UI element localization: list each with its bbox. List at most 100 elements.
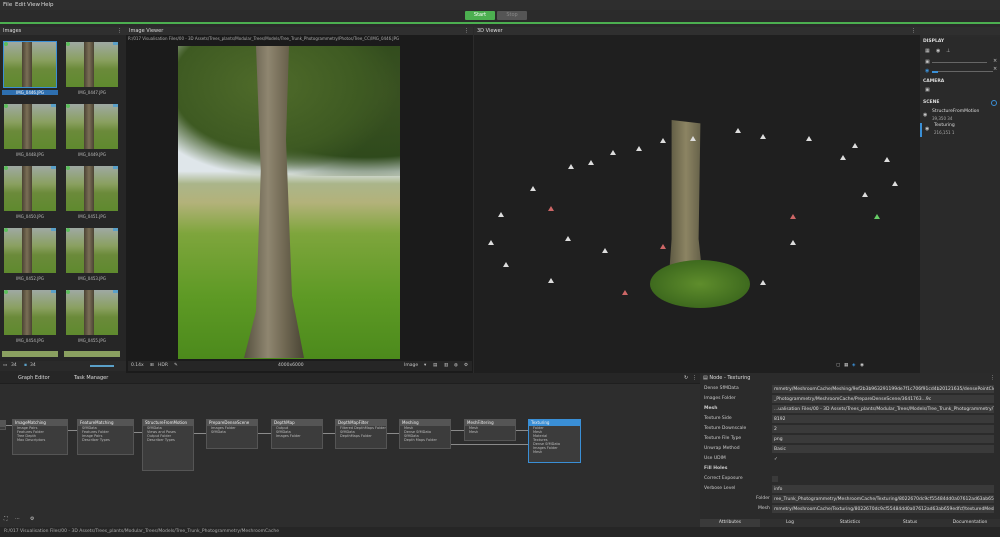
wireframe-icon[interactable]: ◈ <box>852 361 855 371</box>
thumbnail[interactable]: IMG_0447.JPG <box>64 40 120 101</box>
viewer3d-menu-icon[interactable]: ⋮ <box>911 27 916 35</box>
node-meshing[interactable]: Meshing Mesh Dense SfMData SfMData Depth… <box>399 419 451 449</box>
start-button[interactable]: Start <box>465 11 495 20</box>
tab-status[interactable]: Status <box>880 519 940 527</box>
fit-icon[interactable]: ⊞ <box>150 361 154 371</box>
tab-graph-editor[interactable]: Graph Editor <box>18 375 50 381</box>
visibility-icon[interactable]: ◉ <box>925 126 929 132</box>
camera-frustum-icon <box>806 136 812 141</box>
thumbnail-size-slider[interactable] <box>90 365 114 367</box>
node-mesh-filtering[interactable]: MeshFiltering Mesh Mesh <box>464 419 516 441</box>
frame-icon[interactable]: ▢ <box>836 361 840 371</box>
graph-menu-icon[interactable]: ⋮ <box>692 375 697 381</box>
bounding-box-icon[interactable]: ▦ <box>925 48 930 54</box>
close-icon[interactable]: × <box>993 66 997 72</box>
menu-file[interactable]: File <box>3 2 12 8</box>
add-icon[interactable] <box>991 100 997 106</box>
axis-icon[interactable]: ⊥ <box>946 48 950 54</box>
origin-icon[interactable]: ◉ <box>936 48 940 54</box>
thumbnail[interactable]: IMG_0451.JPG <box>64 164 120 225</box>
thumbnail[interactable]: IMG_0446.JPG <box>2 40 58 101</box>
attr-select[interactable]: Basic <box>772 444 994 453</box>
images-panel-header: Images ⋮ <box>0 27 126 35</box>
attr-select[interactable]: info <box>772 484 994 493</box>
scene-item[interactable]: ◉ StructureFromMotion 39,350 34 <box>920 109 1000 123</box>
node-port: Describer Types <box>147 438 175 442</box>
attr-row: Texture Side 8192 <box>700 414 1000 423</box>
node-title-header: ▤ Node - Texturing <box>703 375 750 381</box>
thumbnail-partial[interactable] <box>2 351 58 357</box>
camera-frustum-icon <box>790 214 796 219</box>
grid-icon[interactable]: ▦ <box>844 361 848 371</box>
node-image-matching[interactable]: ImageMatching Image Pairs Features Folde… <box>12 419 68 455</box>
attr-select[interactable]: 2 <box>772 424 994 433</box>
thumbnail[interactable]: IMG_0455.JPG <box>64 288 120 349</box>
thumbnail[interactable]: IMG_0452.JPG <box>2 226 58 287</box>
node-texturing[interactable]: Texturing Folder Mesh Material Textures … <box>528 419 581 463</box>
image-viewer-menu-icon[interactable]: ⋮ <box>464 27 469 35</box>
attr-value[interactable]: ...ualisation Files/00 - 3D Assets/Trees… <box>772 404 994 413</box>
attr-menu-icon[interactable]: ⋮ <box>990 375 995 381</box>
fit-graph-icon[interactable]: ⛶ <box>4 516 8 522</box>
thumbnail[interactable]: IMG_0448.JPG <box>2 102 58 163</box>
menu-view[interactable]: View <box>27 2 40 8</box>
gear-icon[interactable]: ⚙ <box>30 516 34 522</box>
attr-select[interactable]: png <box>772 434 994 443</box>
display-mode-select[interactable]: Image <box>404 361 418 371</box>
menu-help[interactable]: Help <box>41 2 54 8</box>
attr-label: Texture Downscale <box>704 426 747 431</box>
scene-settings-icon[interactable]: ◉ <box>860 361 864 371</box>
close-icon[interactable]: × <box>993 58 997 64</box>
graph-edge <box>68 430 77 431</box>
visibility-icon[interactable]: ◉ <box>923 112 927 118</box>
attr-select[interactable]: 8192 <box>772 414 994 423</box>
node-prepare-dense-scene[interactable]: PrepareDenseScene Images Folder SfMData <box>206 419 258 449</box>
more-icon[interactable]: ⋯ <box>15 516 20 522</box>
bottom-tabs: Graph Editor Task Manager ↻ ⋮ <box>0 373 700 383</box>
camera-count: 34 <box>30 363 36 368</box>
attr-label: Fill Holes <box>704 466 728 471</box>
attr-value[interactable]: mmetry/MeshroomCache/Meshing/9ef2b3b9632… <box>772 384 994 393</box>
thumbnail-partial[interactable] <box>64 351 120 357</box>
camera-sync-icon[interactable]: ▣ <box>925 87 930 93</box>
camera-icon <box>113 228 118 231</box>
tab-documentation[interactable]: Documentation <box>940 519 1000 527</box>
node-feature-matching[interactable]: FeatureMatching SfMData Features Folder … <box>77 419 134 455</box>
images-menu-icon[interactable]: ⋮ <box>117 27 122 35</box>
hdr-toggle[interactable]: HDR <box>158 361 168 371</box>
metadata-icon[interactable]: ▤ <box>433 361 437 371</box>
scene-item[interactable]: ◉ Texturing 216,151 1 <box>920 123 1000 137</box>
tab-attributes[interactable]: Attributes <box>700 519 760 527</box>
camera-scale-icon[interactable]: ▣ <box>925 59 930 65</box>
globe-icon[interactable]: ◍ <box>454 361 458 371</box>
camera-scale-slider[interactable] <box>932 62 987 63</box>
node-port: SfMData <box>211 430 226 434</box>
point-size-icon[interactable]: ◉ <box>925 68 929 74</box>
attr-value[interactable]: ree_Trunk_Photogrammetry/MeshroomCache/T… <box>772 494 994 503</box>
stop-button[interactable]: Stop <box>497 11 527 20</box>
tab-log[interactable]: Log <box>760 519 820 527</box>
chevron-down-icon[interactable]: ▾ <box>424 361 426 371</box>
attr-value[interactable]: mmetry/MeshroomCache/Texturing/8022670dc… <box>772 504 994 513</box>
thumbnail[interactable]: IMG_0454.JPG <box>2 288 58 349</box>
attr-value[interactable]: _Photogrammetry/MeshroomCache/PrepareDen… <box>772 394 994 403</box>
settings-icon[interactable]: ⚙ <box>464 361 468 371</box>
thumbnail[interactable]: IMG_0453.JPG <box>64 226 120 287</box>
node-structure-from-motion[interactable]: StructureFromMotion SfMData Views and Po… <box>142 419 194 471</box>
tab-statistics[interactable]: Statistics <box>820 519 880 527</box>
attr-checkbox[interactable] <box>772 475 778 482</box>
attr-checkbox[interactable]: ✓ <box>772 455 780 463</box>
tab-task-manager[interactable]: Task Manager <box>74 375 108 381</box>
histogram-icon[interactable]: ▥ <box>444 361 448 371</box>
refresh-icon[interactable]: ↻ <box>684 375 688 381</box>
thumbnail[interactable]: IMG_0449.JPG <box>64 102 120 163</box>
camera-frustum-icon <box>874 214 880 219</box>
status-dot-icon <box>4 42 8 46</box>
eyedropper-icon[interactable]: ✎ <box>174 361 178 371</box>
thumbnail[interactable]: IMG_0450.JPG <box>2 164 58 225</box>
menu-edit[interactable]: Edit <box>15 2 26 8</box>
node-depth-map-filter[interactable]: DepthMapFilter Filtered DepthMaps Folder… <box>335 419 387 449</box>
node-depth-map[interactable]: DepthMap Output SfMData Images Folder <box>271 419 323 449</box>
camera-frustum-icon <box>852 143 858 148</box>
menu-bar: File Edit View Help <box>0 0 1000 10</box>
